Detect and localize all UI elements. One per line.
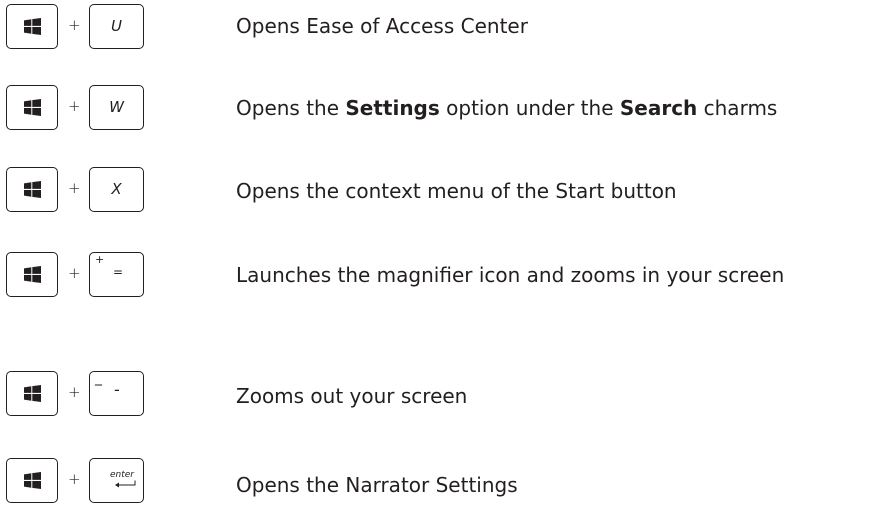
plus-equals-key: + = xyxy=(89,252,144,297)
shortcut-row-zoom-out: + _ - Zooms out your screen xyxy=(0,371,869,421)
enter-arrow-icon xyxy=(114,480,136,490)
w-key: W xyxy=(89,85,144,130)
windows-key xyxy=(6,85,58,130)
description-text: Opens the xyxy=(236,96,346,120)
key-shift-label: + xyxy=(95,253,105,266)
shortcut-description: Opens Ease of Access Center xyxy=(236,14,528,38)
plus-sign: + xyxy=(68,97,81,115)
plus-sign: + xyxy=(68,470,81,488)
key-label: = xyxy=(113,265,124,279)
windows-logo-icon xyxy=(24,18,41,35)
windows-logo-icon xyxy=(24,472,41,489)
shortcut-description: Opens the context menu of the Start butt… xyxy=(236,179,677,203)
x-key: X xyxy=(89,167,144,212)
windows-key xyxy=(6,371,58,416)
windows-key xyxy=(6,458,58,503)
windows-logo-icon xyxy=(24,181,41,198)
key-label: W xyxy=(109,98,124,116)
windows-logo-icon xyxy=(24,99,41,116)
key-shift-label: _ xyxy=(95,370,102,386)
plus-sign: + xyxy=(68,179,81,197)
windows-key xyxy=(6,252,58,297)
shortcut-description: Zooms out your screen xyxy=(236,384,468,408)
key-label: U xyxy=(111,17,122,35)
enter-key-label: enter xyxy=(109,470,134,480)
shortcut-row-settings: + W Opens the Settings option under the … xyxy=(0,85,869,135)
key-label: X xyxy=(111,180,122,198)
shortcut-row-magnifier-zoom-in: + + = Launches the magnifier icon and zo… xyxy=(0,252,869,302)
description-text: option under the xyxy=(439,96,620,120)
shortcut-row-narrator-settings: + enter Opens the Narrator Settings xyxy=(0,458,869,508)
enter-key: enter xyxy=(89,458,144,503)
u-key: U xyxy=(89,4,144,49)
search-bold-text: Search xyxy=(619,96,698,120)
description-text: charms xyxy=(697,96,778,120)
settings-bold-text: Settings xyxy=(345,96,440,120)
shortcut-description: Launches the magnifier icon and zooms in… xyxy=(236,263,785,287)
shortcut-row-start-context-menu: + X Opens the context menu of the Start … xyxy=(0,167,869,217)
plus-sign: + xyxy=(68,16,81,34)
shortcut-description: Opens the Narrator Settings xyxy=(236,473,518,497)
shortcut-row-ease-of-access: + U Opens Ease of Access Center xyxy=(0,4,869,54)
plus-sign: + xyxy=(68,264,81,282)
plus-sign: + xyxy=(68,383,81,401)
shortcut-description: Opens the Settings option under the Sear… xyxy=(236,95,777,121)
key-label: - xyxy=(114,380,120,399)
windows-key xyxy=(6,4,58,49)
windows-key xyxy=(6,167,58,212)
minus-key: _ - xyxy=(89,371,144,416)
windows-logo-icon xyxy=(24,385,41,402)
windows-logo-icon xyxy=(24,266,41,283)
